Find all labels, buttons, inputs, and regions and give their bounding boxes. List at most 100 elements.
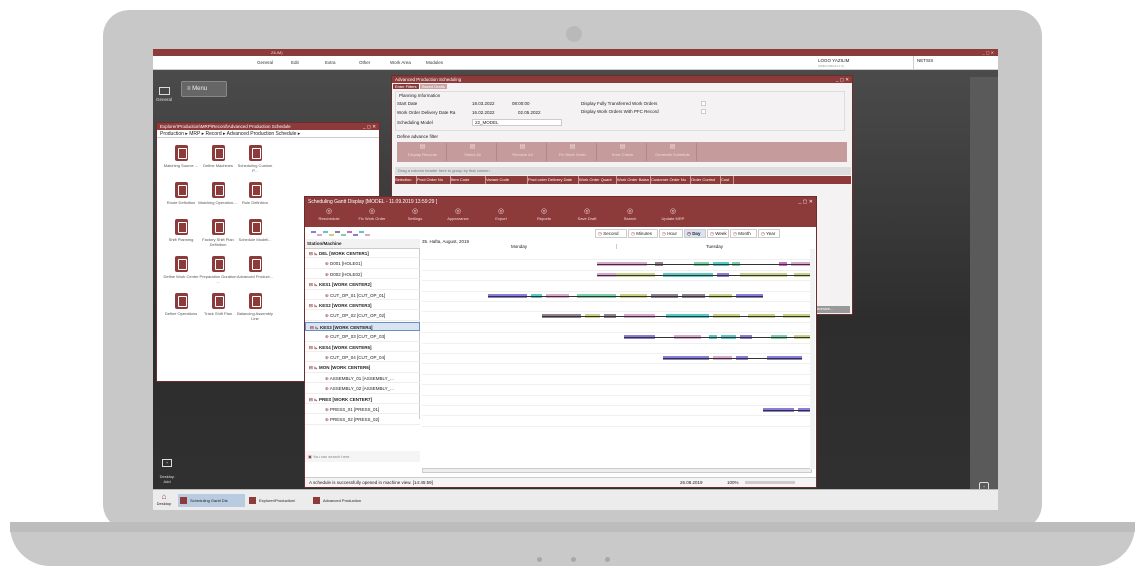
scale-month[interactable]: ◷ Month [730, 229, 757, 238]
aps-column-header[interactable]: Variant Code [486, 176, 528, 184]
machine-row[interactable]: ⊕ CUT_OP_02 [CUT_OP_02] [305, 311, 420, 321]
row-label: PRESS_01 [PRESS_01] [330, 407, 380, 412]
explorer-shortcut[interactable]: Factory Shift Plan Definition [198, 219, 238, 247]
machine-row[interactable]: ⊕ CUT_OP_01 [CUT_OP_01] [305, 291, 420, 300]
window-controls-icon[interactable]: _ ▢ ✕ [363, 123, 376, 130]
explorer-shortcut[interactable]: Define Machines [198, 145, 238, 168]
gantt-toolbar-button[interactable]: ◎ Appearance [438, 207, 478, 225]
menu-other[interactable]: Other [359, 60, 370, 65]
machine-row[interactable]: ⊕ ASSEMBLY_01 [ASSEMBLY_... [305, 374, 420, 384]
work-center-row[interactable]: ⊟ ⊾ KES4 [WORK CENTER5] [305, 343, 420, 352]
explorer-shortcut[interactable]: Track Shift Plan [198, 293, 238, 316]
menu-general[interactable]: General [257, 60, 273, 65]
zoom-slider[interactable] [745, 481, 795, 484]
explorer-shortcut[interactable]: Preparation Duration ... [198, 256, 238, 284]
aps-column-header[interactable]: Work Order Balan [617, 176, 651, 184]
tab-saved-drafts[interactable]: Saved Drafts [419, 84, 447, 89]
work-center-row[interactable]: ⊟ ⊾ KES1 [WORK CENTER2] [305, 280, 420, 290]
gantt-toolbar-button[interactable]: ◎ Reports [524, 207, 564, 225]
aps-button[interactable]: ▤ Error Check [599, 143, 647, 161]
machine-row[interactable]: ⊕ CUT_OP_04 [CUT_OP_04] [305, 353, 420, 363]
machine-row[interactable]: ⊕ ASSEMBLY_02 [ASSEMBLY_... [305, 384, 420, 394]
explorer-shortcut[interactable]: Schedule Modeli... [235, 219, 275, 242]
work-center-row[interactable]: ⊟ ⊾ KES3 [WORK CENTER4] [305, 321, 420, 332]
explorer-shortcut[interactable]: Advanced Product... [235, 256, 275, 279]
explorer-shortcut[interactable]: Matching Operation-... [198, 182, 238, 205]
scale-minutes[interactable]: ◷ Minutes [628, 229, 658, 238]
status-date[interactable]: 26.08.2019 [680, 478, 703, 487]
general-shortcut[interactable]: General [156, 87, 172, 102]
breadcrumb[interactable]: Production ▸ MRP ▸ Record ▸ Advanced Pro… [157, 130, 379, 138]
explorer-shortcut[interactable]: Matching Source ... [161, 145, 201, 168]
machine-row[interactable]: ⊕ PRESS_02 [PRESS_02] [305, 415, 420, 425]
window-controls-icon[interactable]: _ ▢ ✕ [799, 197, 813, 207]
menu-work-area[interactable]: Work Area [390, 60, 411, 65]
aps-column-header[interactable]: Prod order Delivery Date [528, 176, 579, 184]
task-scheduling-gantt[interactable]: Scheduling Gantt Dis [178, 494, 245, 507]
scale-year[interactable]: ◷ Year [758, 229, 780, 238]
gantt-toolbar-button[interactable]: ◎ Settings [395, 207, 435, 225]
work-center-row[interactable]: ⊟ ⊾ KES2 [WORK CENTER3] [305, 301, 420, 311]
model-select[interactable]: 22_MODEL [472, 119, 562, 126]
delivery-to-field[interactable]: 02.05.2022 [518, 110, 541, 115]
explorer-shortcut[interactable]: Scheduling Custom P... [235, 145, 275, 173]
work-center-row[interactable]: ⊟ ⊾ MON [WORK CENTER6] [305, 363, 420, 373]
task-advanced-production[interactable]: Advanced Production [311, 494, 377, 507]
explorer-shortcut[interactable]: Rule Definition [235, 182, 275, 205]
explorer-shortcut[interactable]: Shift Planning [161, 219, 201, 242]
station-header[interactable]: Station/Machine [305, 239, 420, 249]
vertical-scrollbar[interactable] [810, 249, 815, 469]
explorer-shortcut[interactable]: Define Operations [161, 293, 201, 316]
window-controls-icon[interactable]: _ ▢ ✕ [982, 49, 994, 56]
machine-row[interactable]: ⊕ D001 [HOLE01] [305, 259, 420, 269]
machine-row[interactable]: ⊕ D002 [HOLE02] [305, 270, 420, 280]
window-controls-icon[interactable]: _ ▢ ✕ [836, 76, 849, 83]
start-date-field[interactable]: 18.03.2022 [472, 101, 495, 106]
aps-button[interactable]: ▤ Display Records [399, 143, 447, 161]
menu-modules[interactable]: Modules [426, 60, 443, 65]
aps-button[interactable]: ▤ Generate Schedule [649, 143, 697, 161]
machine-row[interactable]: ⊕ CUT_OP_03 [CUT_OP_03] [305, 332, 420, 342]
horizontal-scrollbar[interactable] [422, 468, 812, 473]
aps-column-header[interactable]: Selection [395, 176, 417, 184]
gantt-toolbar-button[interactable]: ◎ Export [481, 207, 521, 225]
explorer-shortcut[interactable]: Route Definition [161, 182, 201, 205]
search-box[interactable]: ▣ You can search here. [305, 451, 420, 462]
aps-column-header[interactable]: Cust [721, 176, 734, 184]
aps-column-header[interactable]: Customer Order Nu [651, 176, 691, 184]
gantt-toolbar-button[interactable]: ◎ Fix Work Order [352, 207, 392, 225]
gantt-toolbar-button[interactable]: ◎ Save Draft [567, 207, 607, 225]
delivery-from-field[interactable]: 16.02.2022 [472, 110, 495, 115]
gantt-toolbar-button[interactable]: ◎ Update MRP [653, 207, 693, 225]
desktop-button[interactable]: ⌂ Desktop [155, 492, 173, 506]
aps-button[interactable]: ▤ Remove All [499, 143, 547, 161]
tab-enter-filters[interactable]: Enter Filters [393, 84, 419, 89]
scale-hour[interactable]: ◷ Hour [659, 229, 683, 238]
gantt-toolbar-button[interactable]: ◎ Reschedule [309, 207, 349, 225]
work-center-row[interactable]: ⊟ ⊾ PRES [WORK CENTER7] [305, 395, 420, 404]
aps-column-header[interactable]: Work Order Quant [579, 176, 617, 184]
menu-button[interactable]: ≡ Menu [181, 81, 227, 97]
scale-day[interactable]: ◷ Day [684, 229, 706, 238]
start-time-field[interactable]: 08:00:00 [512, 101, 530, 106]
scale-second[interactable]: ◷ Second [595, 229, 627, 238]
work-center-row[interactable]: ⊟ ⊾ DEL [WORK CENTER1] [305, 249, 420, 259]
desktop-add-shortcut[interactable]: + Desktop Add [156, 454, 178, 484]
aps-column-header[interactable]: Prod Order No [417, 176, 451, 184]
menu-extra[interactable]: Extra [325, 60, 336, 65]
aps-button[interactable]: ▤ Fix Work Order [549, 143, 597, 161]
opt-pfc-checkbox[interactable] [701, 109, 706, 114]
gantt-toolbar-button[interactable]: ◎ Search [610, 207, 650, 225]
menu-edit[interactable]: Edit [291, 60, 299, 65]
aps-button[interactable]: ▤ Select All [449, 143, 497, 161]
machine-row[interactable]: ⊕ PRESS_01 [PRESS_01] [305, 405, 420, 415]
scale-week[interactable]: ◷ Week [707, 229, 729, 238]
advanced-filter-toggle[interactable]: Define advance filter [397, 134, 438, 139]
task-explorer[interactable]: Explorer\Production\ [247, 494, 307, 507]
opt-fully-transferred-checkbox[interactable] [701, 101, 706, 106]
gantt-chart-area[interactable] [422, 249, 812, 454]
aps-column-header[interactable]: Order Control [691, 176, 721, 184]
explorer-shortcut[interactable]: Define Work Center [161, 256, 201, 279]
aps-column-header[interactable]: Item Code [451, 176, 486, 184]
explorer-shortcut[interactable]: Balancing Assembly Line [235, 293, 275, 321]
